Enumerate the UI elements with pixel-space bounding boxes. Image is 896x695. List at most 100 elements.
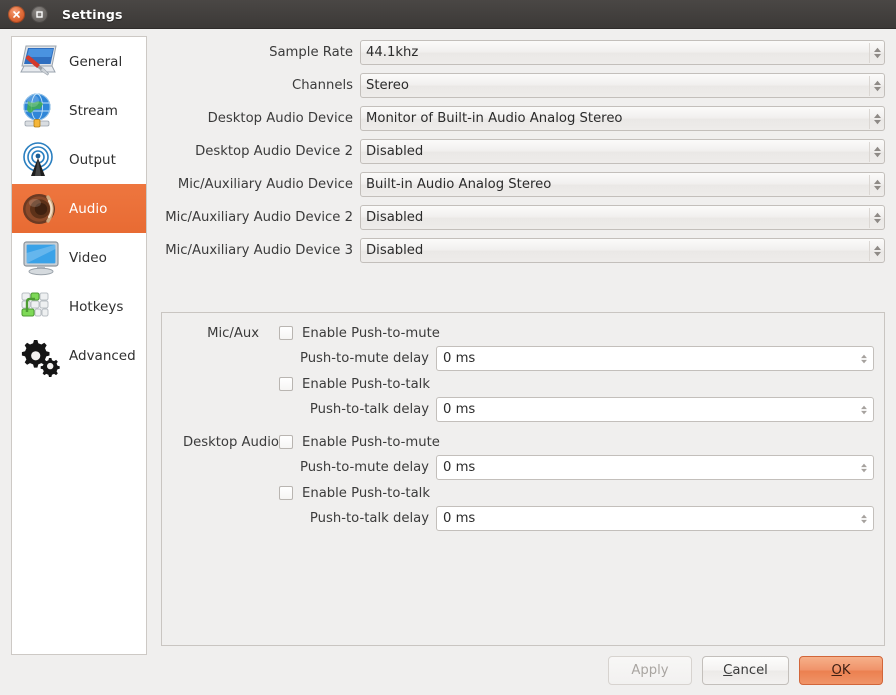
mic-aux-device-3-value: Disabled [366, 243, 424, 258]
stream-icon [18, 89, 64, 133]
sidebar-item-video[interactable]: Video [12, 233, 146, 282]
window-titlebar: Settings [0, 0, 896, 29]
desktop-audio-push-to-talk-row[interactable]: Enable Push-to-talk [279, 482, 879, 504]
general-icon [18, 40, 64, 84]
mic-aux-device-3-label: Mic/Auxiliary Audio Device 3 [165, 243, 353, 258]
hotkeys-icon [18, 285, 64, 329]
chevron-updown-icon[interactable] [857, 509, 870, 529]
push-to-talk-groupbox: Mic/Aux Enable Push-to-mute Push-to-mute… [161, 312, 885, 646]
channels-label: Channels [291, 78, 353, 93]
settings-category-list[interactable]: General Stream Output Audio Video Hotkey… [11, 36, 147, 655]
desktop-audio-device-combobox[interactable]: Monitor of Built-in Audio Analog Stereo [360, 106, 885, 131]
desktop-audio-push-to-mute-label: Enable Push-to-mute [302, 434, 440, 450]
audio-icon [18, 187, 64, 231]
desktop-audio-push-to-mute-row[interactable]: Enable Push-to-mute [279, 431, 879, 453]
form-row-mic-aux-device: Mic/Auxiliary Audio Device Built-in Audi… [160, 168, 885, 201]
sidebar-item-label: Output [69, 151, 116, 168]
desktop-audio-device-2-combobox[interactable]: Disabled [360, 139, 885, 164]
apply-button[interactable]: Apply [608, 656, 692, 685]
desktop-audio-push-to-talk-delay-spinbox[interactable]: 0 ms [436, 506, 874, 531]
mic-aux-group-label: Mic/Aux [207, 326, 259, 341]
video-icon [18, 236, 64, 280]
desktop-audio-push-to-mute-delay-value: 0 ms [443, 460, 476, 475]
chevron-updown-icon[interactable] [869, 175, 882, 195]
mic-aux-push-to-mute-delay-spinbox[interactable]: 0 ms [436, 346, 874, 371]
chevron-updown-icon[interactable] [869, 142, 882, 162]
desktop-audio-device-2-value: Disabled [366, 144, 424, 159]
mic-aux-push-to-talk-row[interactable]: Enable Push-to-talk [279, 373, 879, 395]
sidebar-item-stream[interactable]: Stream [12, 86, 146, 135]
chevron-updown-icon[interactable] [869, 109, 882, 129]
desktop-audio-group-label: Desktop Audio [182, 435, 279, 450]
mic-aux-push-to-mute-delay-label: Push-to-mute delay [299, 351, 429, 366]
sidebar-item-label: Hotkeys [69, 298, 124, 315]
chevron-updown-icon[interactable] [857, 349, 870, 369]
dialog-button-bar: Apply Cancel OK [608, 656, 883, 685]
maximize-icon[interactable] [31, 5, 48, 23]
ok-button-label: OK [831, 663, 851, 678]
chevron-updown-icon[interactable] [869, 43, 882, 63]
mic-aux-device-2-value: Disabled [366, 210, 424, 225]
output-icon [18, 138, 64, 182]
chevron-updown-icon[interactable] [869, 76, 882, 96]
form-row-mic-aux-device-2: Mic/Auxiliary Audio Device 2 Disabled [160, 201, 885, 234]
desktop-audio-push-to-talk-delay-label: Push-to-talk delay [309, 511, 429, 526]
sidebar-item-audio[interactable]: Audio [12, 184, 146, 233]
desktop-audio-push-to-mute-delay-row: Push-to-mute delay 0 ms [279, 453, 879, 482]
chevron-updown-icon[interactable] [857, 458, 870, 478]
mic-aux-push-to-mute-label: Enable Push-to-mute [302, 325, 440, 341]
window-title: Settings [62, 6, 123, 22]
form-row-mic-aux-device-3: Mic/Auxiliary Audio Device 3 Disabled [160, 234, 885, 267]
sidebar-item-general[interactable]: General [12, 37, 146, 86]
desktop-audio-push-to-talk-delay-value: 0 ms [443, 511, 476, 526]
chevron-updown-icon[interactable] [869, 241, 882, 261]
form-row-desktop-audio-device-2: Desktop Audio Device 2 Disabled [160, 135, 885, 168]
mic-aux-device-label: Mic/Auxiliary Audio Device [177, 177, 353, 192]
close-icon[interactable] [8, 5, 25, 23]
form-row-sample-rate: Sample Rate 44.1khz [160, 36, 885, 69]
sample-rate-combobox[interactable]: 44.1khz [360, 40, 885, 65]
cancel-button[interactable]: Cancel [702, 656, 789, 685]
settings-dialog-body: General Stream Output Audio Video Hotkey… [0, 29, 896, 695]
desktop-audio-ptt-block: Enable Push-to-mute Push-to-mute delay 0… [279, 431, 879, 533]
form-row-desktop-audio-device: Desktop Audio Device Monitor of Built-in… [160, 102, 885, 135]
desktop-audio-device-label: Desktop Audio Device [207, 111, 353, 126]
sidebar-item-label: General [69, 53, 123, 70]
apply-button-label: Apply [631, 663, 669, 678]
mic-aux-device-combobox[interactable]: Built-in Audio Analog Stereo [360, 172, 885, 197]
mic-aux-push-to-talk-delay-label: Push-to-talk delay [309, 402, 429, 417]
desktop-audio-push-to-mute-delay-spinbox[interactable]: 0 ms [436, 455, 874, 480]
sidebar-item-hotkeys[interactable]: Hotkeys [12, 282, 146, 331]
mic-aux-push-to-talk-checkbox[interactable] [279, 377, 293, 391]
desktop-audio-device-2-label: Desktop Audio Device 2 [195, 144, 353, 159]
mic-aux-push-to-talk-delay-spinbox[interactable]: 0 ms [436, 397, 874, 422]
ok-button[interactable]: OK [799, 656, 883, 685]
desktop-audio-push-to-talk-delay-row: Push-to-talk delay 0 ms [279, 504, 879, 533]
sidebar-item-output[interactable]: Output [12, 135, 146, 184]
channels-combobox[interactable]: Stereo [360, 73, 885, 98]
desktop-audio-push-to-talk-label: Enable Push-to-talk [302, 485, 430, 501]
mic-aux-push-to-talk-delay-row: Push-to-talk delay 0 ms [279, 395, 879, 424]
chevron-updown-icon[interactable] [857, 400, 870, 420]
chevron-updown-icon[interactable] [869, 208, 882, 228]
sample-rate-label: Sample Rate [269, 45, 353, 60]
mic-aux-push-to-mute-row[interactable]: Enable Push-to-mute [279, 322, 879, 344]
mic-aux-push-to-mute-delay-row: Push-to-mute delay 0 ms [279, 344, 879, 373]
desktop-audio-push-to-mute-delay-label: Push-to-mute delay [299, 460, 429, 475]
sidebar-item-label: Video [69, 249, 107, 266]
desktop-audio-push-to-talk-checkbox[interactable] [279, 486, 293, 500]
mic-aux-device-2-combobox[interactable]: Disabled [360, 205, 885, 230]
mic-aux-push-to-talk-delay-value: 0 ms [443, 402, 476, 417]
sample-rate-value: 44.1khz [366, 45, 419, 60]
cancel-button-label: Cancel [723, 663, 768, 678]
advanced-icon [18, 334, 64, 378]
mic-aux-push-to-mute-checkbox[interactable] [279, 326, 293, 340]
mic-aux-push-to-talk-label: Enable Push-to-talk [302, 376, 430, 392]
mic-aux-device-value: Built-in Audio Analog Stereo [366, 177, 552, 192]
desktop-audio-push-to-mute-checkbox[interactable] [279, 435, 293, 449]
mic-aux-device-2-label: Mic/Auxiliary Audio Device 2 [165, 210, 353, 225]
sidebar-item-label: Advanced [69, 347, 136, 364]
mic-aux-device-3-combobox[interactable]: Disabled [360, 238, 885, 263]
sidebar-item-advanced[interactable]: Advanced [12, 331, 146, 380]
form-row-channels: Channels Stereo [160, 69, 885, 102]
